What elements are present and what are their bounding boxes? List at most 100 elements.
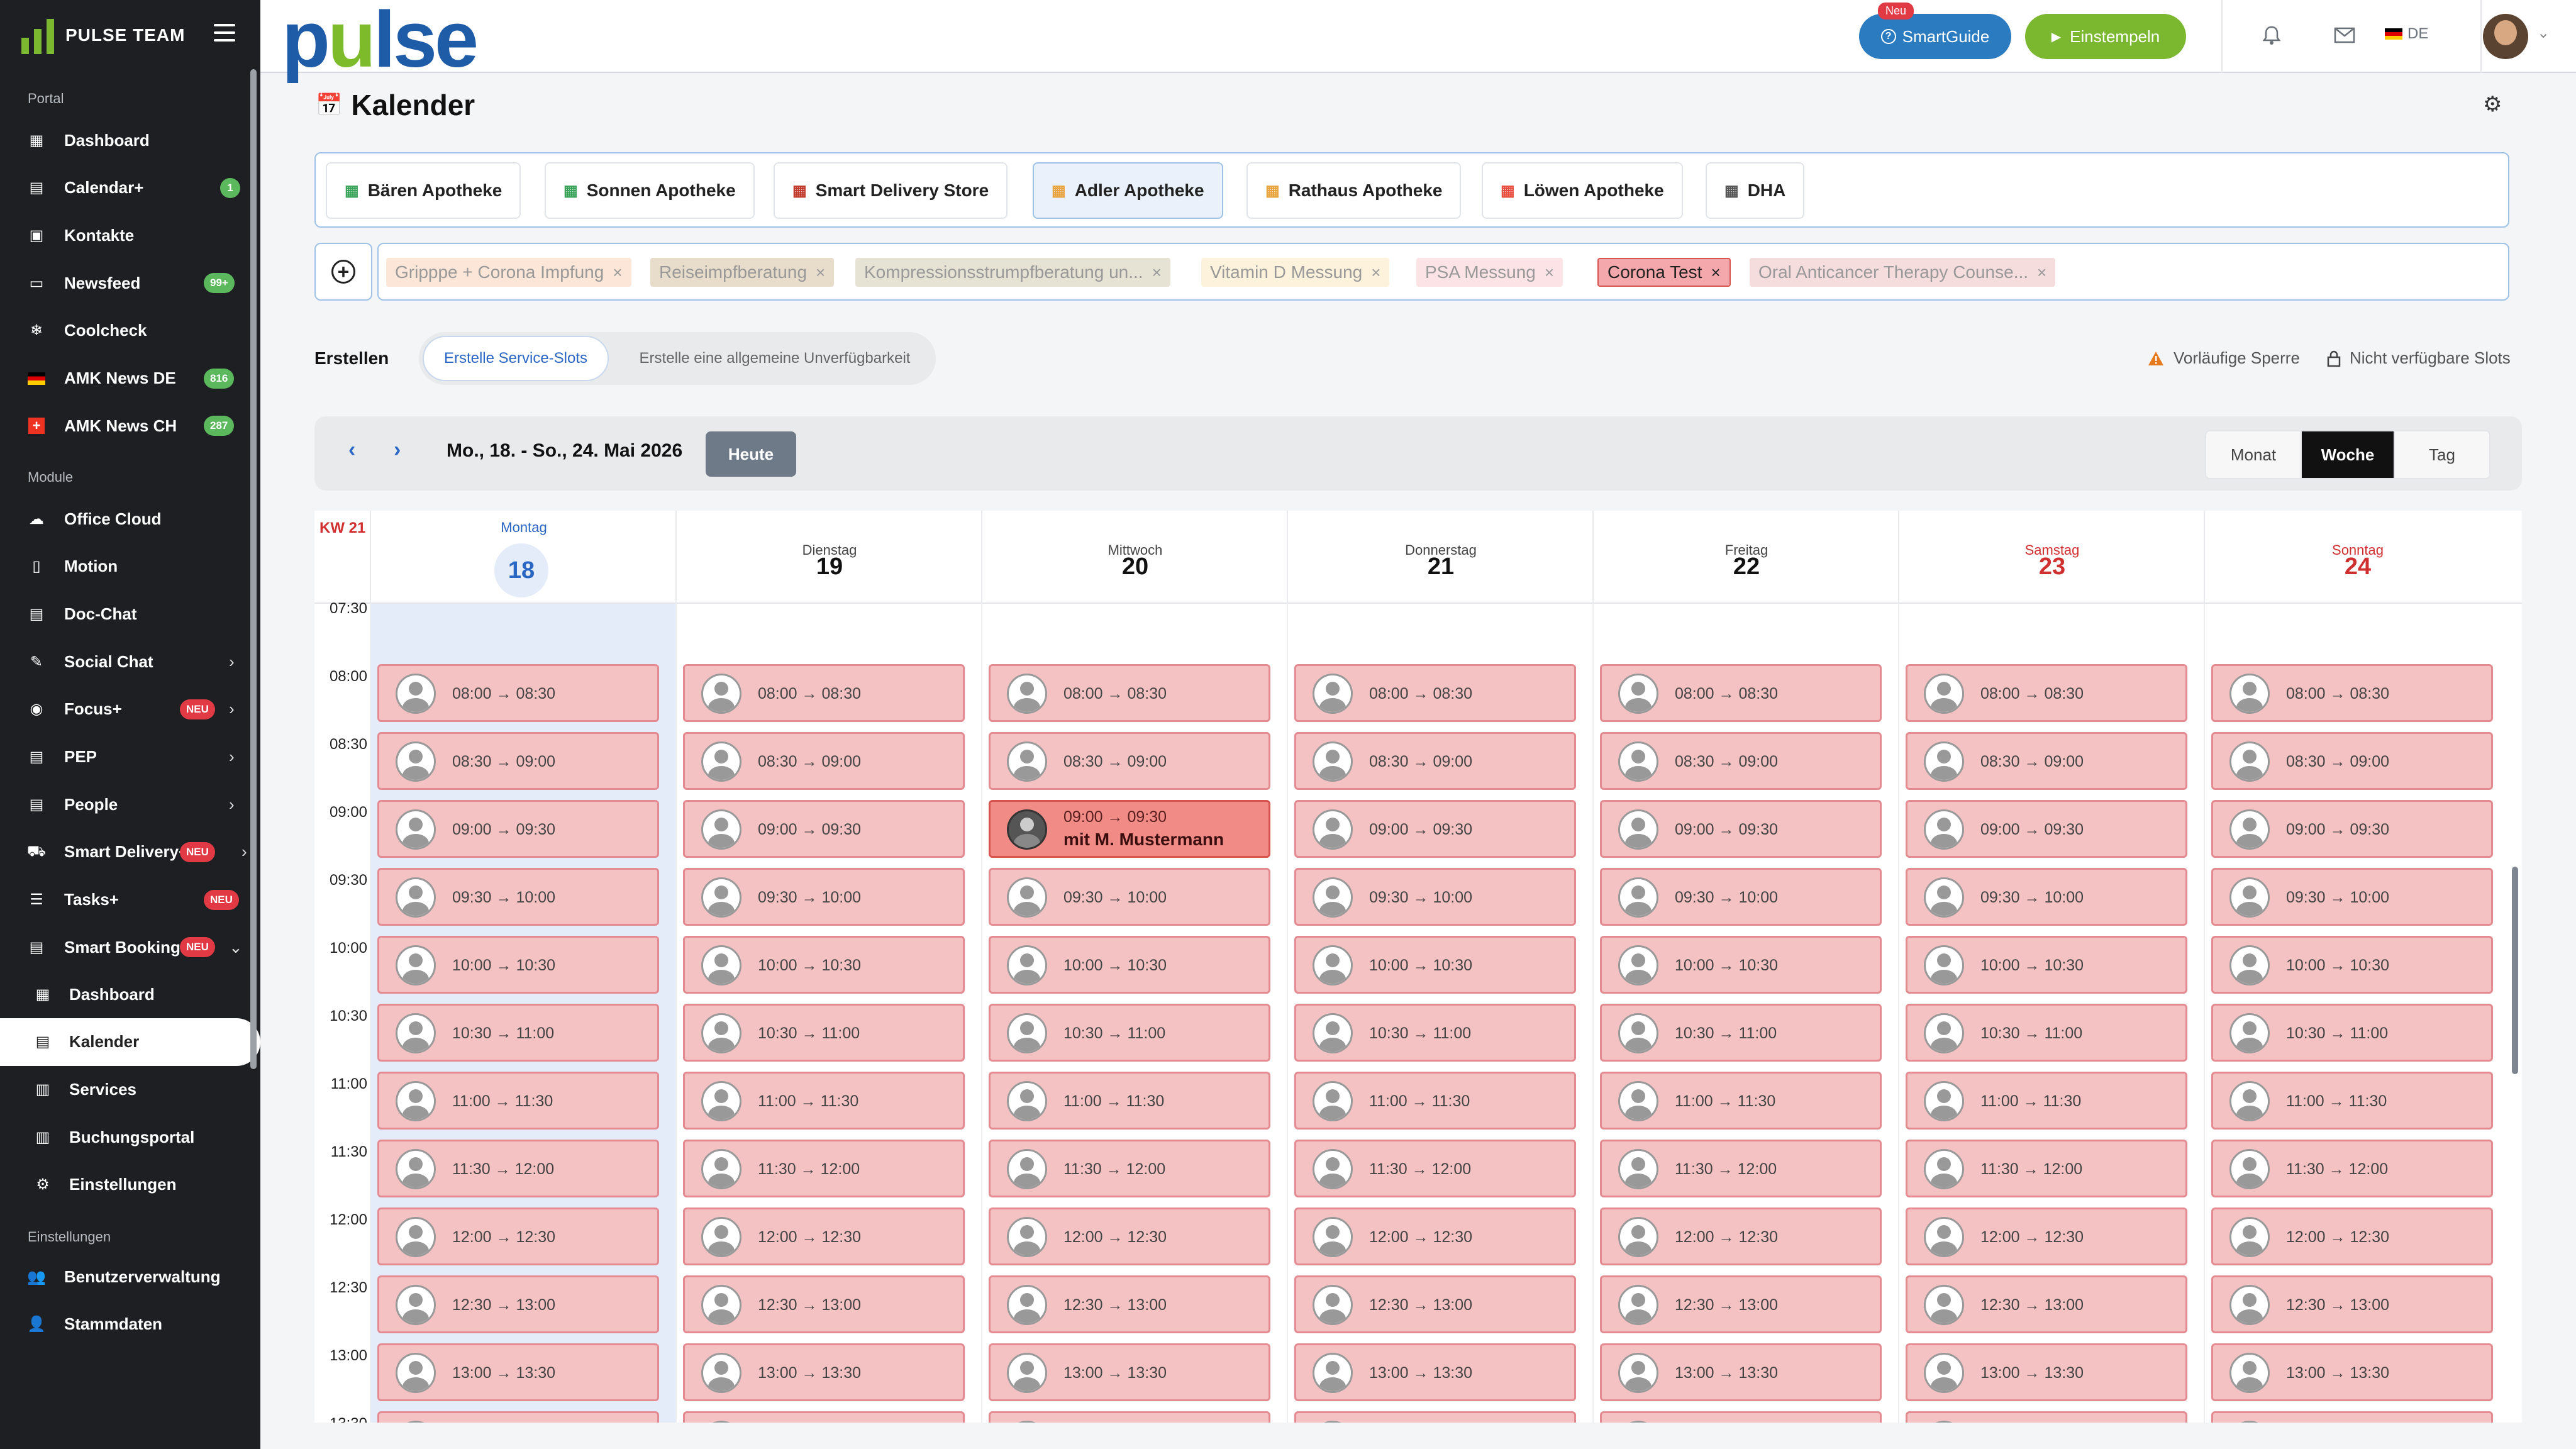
- day-header-montag[interactable]: Montag 18: [370, 511, 675, 604]
- smartguide-button[interactable]: ? SmartGuide: [1859, 14, 2011, 59]
- remove-icon[interactable]: ×: [613, 263, 622, 282]
- time-slot[interactable]: 11:00 → 11:30: [1294, 1072, 1576, 1130]
- store-tab-bären-apotheke[interactable]: ▦ Bären Apotheke: [326, 162, 521, 219]
- create-service-slots-option[interactable]: Erstelle Service-Slots: [423, 336, 609, 381]
- time-slot[interactable]: 08:00 → 08:30: [1600, 664, 1882, 722]
- today-button[interactable]: Heute: [706, 431, 796, 477]
- time-slot[interactable]: 10:30 → 11:00: [1600, 1004, 1882, 1062]
- remove-icon[interactable]: ×: [1545, 263, 1554, 282]
- time-slot[interactable]: 12:00 → 12:30: [1294, 1208, 1576, 1265]
- day-header-dienstag[interactable]: Dienstag 19: [675, 511, 981, 604]
- time-slot[interactable]: 09:00 → 09:30: [2211, 800, 2493, 858]
- time-slot[interactable]: 11:00 → 11:30: [989, 1072, 1270, 1130]
- store-tab-dha[interactable]: ▦ DHA: [1706, 162, 1805, 219]
- sidebar-item-doc-chat[interactable]: ▤ Doc-Chat: [0, 590, 254, 638]
- time-slot[interactable]: 10:30 → 11:00: [989, 1004, 1270, 1062]
- sidebar-item-dashboard[interactable]: ▦ Dashboard: [0, 116, 254, 164]
- time-slot[interactable]: 09:00 → 09:30: [1294, 800, 1576, 858]
- chevron-left-icon[interactable]: ‹: [348, 438, 355, 462]
- time-slot[interactable]: 11:30 → 12:00: [989, 1140, 1270, 1197]
- day-header-freitag[interactable]: Freitag 22: [1592, 511, 1898, 604]
- time-slot[interactable]: 13:00 → 13:30: [683, 1343, 965, 1401]
- time-slot[interactable]: 08:30 → 09:00: [989, 732, 1270, 790]
- time-slot[interactable]: 09:30 → 10:00: [1600, 868, 1882, 926]
- time-slot[interactable]: 09:30 → 10:00: [683, 868, 965, 926]
- time-slot[interactable]: 11:30 → 12:00: [683, 1140, 965, 1197]
- time-slot[interactable]: 09:30 → 10:00: [377, 868, 659, 926]
- sidebar-item-calendar[interactable]: ▤ Calendar+ 1: [0, 164, 254, 212]
- time-slot[interactable]: 08:30 → 09:00: [1294, 732, 1576, 790]
- time-slot[interactable]: 08:30 → 09:00: [683, 732, 965, 790]
- time-slot[interactable]: 11:00 → 11:30: [1600, 1072, 1882, 1130]
- service-chip[interactable]: Kompressionsstrumpfberatung un... ×: [855, 258, 1170, 287]
- time-slot[interactable]: [377, 1411, 659, 1423]
- time-slot[interactable]: 12:30 → 13:00: [2211, 1275, 2493, 1333]
- time-slot[interactable]: 13:00 → 13:30: [1600, 1343, 1882, 1401]
- service-chip[interactable]: Oral Anticancer Therapy Counse... ×: [1750, 258, 2056, 287]
- time-slot[interactable]: 12:30 → 13:00: [1600, 1275, 1882, 1333]
- time-slot[interactable]: 08:00 → 08:30: [683, 664, 965, 722]
- sidebar-item-social-chat[interactable]: ✎ Social Chat ›: [0, 638, 254, 686]
- sidebar-item-pep[interactable]: ▤ PEP ›: [0, 733, 254, 781]
- time-slot[interactable]: 12:00 → 12:30: [683, 1208, 965, 1265]
- sidebar-item-kontakte[interactable]: ▣ Kontakte: [0, 211, 254, 259]
- sidebar-item-benutzerverwaltung[interactable]: 👥 Benutzerverwaltung: [0, 1253, 254, 1301]
- time-slot[interactable]: 10:00 → 10:30: [1906, 936, 2187, 994]
- time-slot[interactable]: 10:30 → 11:00: [683, 1004, 965, 1062]
- time-slot[interactable]: 12:30 → 13:00: [1294, 1275, 1576, 1333]
- remove-icon[interactable]: ×: [1711, 263, 1720, 282]
- time-slot[interactable]: 12:00 → 12:30: [2211, 1208, 2493, 1265]
- calendar-scrollbar[interactable]: [2512, 867, 2518, 1074]
- day-header-mittwoch[interactable]: Mittwoch 20: [981, 511, 1287, 604]
- day-header-samstag[interactable]: Samstag 23: [1898, 511, 2204, 604]
- time-slot[interactable]: 08:00 → 08:30: [1294, 664, 1576, 722]
- time-slot[interactable]: 08:30 → 09:00: [1906, 732, 2187, 790]
- time-slot[interactable]: 12:00 → 12:30: [1600, 1208, 1882, 1265]
- store-tab-smart-delivery-store[interactable]: ▦ Smart Delivery Store: [774, 162, 1008, 219]
- time-slot[interactable]: 13:00 → 13:30: [1906, 1343, 2187, 1401]
- time-slot[interactable]: 08:00 → 08:30: [1906, 664, 2187, 722]
- remove-icon[interactable]: ×: [1152, 263, 1162, 282]
- sidebar-item-smart-delivery[interactable]: ⛟ Smart Delivery+ NEU ›: [0, 828, 254, 876]
- time-slot[interactable]: 09:00 → 09:30: [683, 800, 965, 858]
- time-slot[interactable]: 10:30 → 11:00: [1294, 1004, 1576, 1062]
- add-service-button[interactable]: +: [314, 243, 372, 301]
- store-tab-sonnen-apotheke[interactable]: ▦ Sonnen Apotheke: [545, 162, 755, 219]
- time-slot[interactable]: 11:30 → 12:00: [1294, 1140, 1576, 1197]
- time-slot[interactable]: 10:00 → 10:30: [377, 936, 659, 994]
- time-slot[interactable]: 11:00 → 11:30: [1906, 1072, 2187, 1130]
- sidebar-item-motion[interactable]: ▯ Motion: [0, 543, 254, 591]
- store-tab-rathaus-apotheke[interactable]: ▦ Rathaus Apotheke: [1246, 162, 1462, 219]
- clock-in-button[interactable]: ▶ Einstempeln: [2025, 14, 2186, 59]
- sidebar-item-people[interactable]: ▤ People ›: [0, 780, 254, 828]
- service-chip[interactable]: Reiseimpfberatung ×: [650, 258, 835, 287]
- remove-icon[interactable]: ×: [2037, 263, 2046, 282]
- store-tab-löwen-apotheke[interactable]: ▦ Löwen Apotheke: [1482, 162, 1683, 219]
- sidebar-item-smart-booking[interactable]: ▤ Smart Booking NEU ⌄: [0, 923, 254, 971]
- time-slot[interactable]: 09:00 → 09:30: [1906, 800, 2187, 858]
- time-slot[interactable]: 13:00 → 13:30: [377, 1343, 659, 1401]
- sidebar-item-kalender[interactable]: ▤ Kalender: [0, 1018, 260, 1066]
- sidebar-item-tasks[interactable]: ☰ Tasks+ NEU: [0, 876, 254, 924]
- sidebar-item-office-cloud[interactable]: ☁ Office Cloud: [0, 495, 254, 543]
- view-day-button[interactable]: Tag: [2395, 431, 2489, 478]
- language-selector[interactable]: DE: [2385, 25, 2428, 43]
- sidebar-item-buchungsportal[interactable]: ▥ Buchungsportal: [0, 1113, 254, 1161]
- time-slot[interactable]: 10:30 → 11:00: [377, 1004, 659, 1062]
- view-month-button[interactable]: Monat: [2206, 431, 2301, 478]
- remove-icon[interactable]: ×: [1371, 263, 1380, 282]
- time-slot[interactable]: 13:00 → 13:30: [1294, 1343, 1576, 1401]
- time-slot[interactable]: 10:30 → 11:00: [1906, 1004, 2187, 1062]
- time-slot[interactable]: 12:30 → 13:00: [683, 1275, 965, 1333]
- time-slot[interactable]: 10:30 → 11:00: [2211, 1004, 2493, 1062]
- time-slot[interactable]: 10:00 → 10:30: [989, 936, 1270, 994]
- sidebar-item-focus[interactable]: ◉ Focus+ NEU ›: [0, 686, 254, 733]
- time-slot[interactable]: 09:30 → 10:00: [1294, 868, 1576, 926]
- time-slot[interactable]: 10:00 → 10:30: [1294, 936, 1576, 994]
- time-slot[interactable]: 10:00 → 10:30: [1600, 936, 1882, 994]
- menu-toggle-icon[interactable]: [214, 24, 235, 43]
- time-slot[interactable]: 08:00 → 08:30: [989, 664, 1270, 722]
- service-chip[interactable]: PSA Messung ×: [1416, 258, 1563, 287]
- time-slot[interactable]: 11:30 → 12:00: [1600, 1140, 1882, 1197]
- time-slot[interactable]: 11:00 → 11:30: [683, 1072, 965, 1130]
